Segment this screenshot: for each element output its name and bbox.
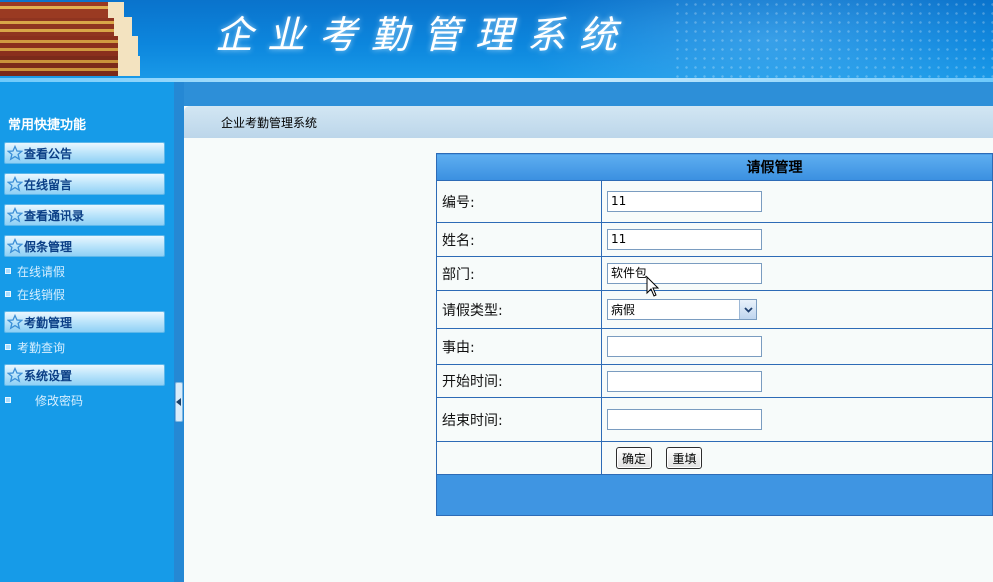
name-field[interactable]: 11 [607,229,762,250]
sidebar-group-label: 查看公告 [24,146,73,161]
sidebar-item-cancel-leave[interactable]: 在线销假 [5,286,65,302]
collapse-sidebar-handle[interactable] [175,382,183,422]
breadcrumb: 企业考勤管理系统 [184,106,993,138]
leave-type-value: 病假 [611,303,636,317]
sidebar-group-announcements[interactable]: 查看公告 [4,142,165,164]
name-label: 姓名: [436,222,602,257]
star-icon [7,238,23,254]
sidebar-group-label: 假条管理 [24,239,73,254]
form-row-id: 编号: 11 [436,180,993,223]
form-row-leave-type: 请假类型: 病假 [436,290,993,329]
form-row-buttons: 确定 重填 [436,441,993,475]
leave-form: 请假管理 编号: 11 姓名: 11 部门: 软件包 请假类型: 病假 事由: … [436,153,993,516]
id-field[interactable]: 11 [607,191,762,212]
leave-type-label: 请假类型: [436,290,602,329]
sidebar-group-messages[interactable]: 在线留言 [4,173,165,195]
form-row-start-time: 开始时间: [436,364,993,398]
id-label: 编号: [436,180,602,223]
star-icon [7,314,23,330]
start-time-field[interactable] [607,370,762,392]
form-row-name: 姓名: 11 [436,222,993,257]
sidebar-group-contacts[interactable]: 查看通讯录 [4,204,165,226]
sidebar-item-attendance-query[interactable]: 考勤查询 [5,339,65,355]
sidebar-item-label: 在线请假 [17,264,66,279]
sidebar-group-leave[interactable]: 假条管理 [4,235,165,257]
sidebar-group-label: 查看通讯录 [24,208,85,223]
department-field[interactable]: 软件包 [607,263,762,284]
end-time-field[interactable] [607,409,762,430]
sidebar-group-attendance[interactable]: 考勤管理 [4,311,165,333]
form-title: 请假管理 [436,153,993,181]
star-icon [7,145,23,161]
form-row-department: 部门: 软件包 [436,256,993,291]
submit-button[interactable]: 确定 [616,447,653,469]
sidebar-item-label: 考勤查询 [17,340,66,355]
star-icon [7,367,23,383]
header-banner: 企业考勤管理系统 [0,0,993,80]
leave-type-select[interactable]: 病假 [607,299,757,320]
main-content: 企业考勤管理系统 请假管理 编号: 11 姓名: 11 部门: 软件包 请假类型… [184,106,993,582]
form-row-end-time: 结束时间: [436,397,993,442]
main-top-strip [184,82,993,106]
page: 企业考勤管理系统 常用快捷功能 查看公告 在线留言 查看通讯录 假条管理 在线请… [0,0,993,582]
sidebar-item-label: 在线销假 [17,287,66,302]
star-icon [7,207,23,223]
reason-label: 事由: [436,328,602,365]
reset-button[interactable]: 重填 [666,447,703,469]
form-footer-row [436,474,993,516]
bullet-icon [5,268,11,274]
sidebar-title: 常用快捷功能 [8,118,87,133]
sidebar-item-change-password[interactable]: 修改密码 [5,392,83,408]
books-stack-icon [0,2,140,76]
sidebar-item-label: 修改密码 [35,393,84,408]
triangle-left-icon [176,398,181,406]
breadcrumb-text: 企业考勤管理系统 [221,115,318,130]
sidebar-splitter[interactable] [174,82,184,582]
bullet-icon [5,291,11,297]
sidebar-item-apply-leave[interactable]: 在线请假 [5,263,65,279]
form-row-reason: 事由: [436,328,993,365]
sidebar-group-label: 考勤管理 [24,315,73,330]
end-time-label: 结束时间: [436,397,602,442]
app-title: 企业考勤管理系统 [215,13,632,57]
sidebar: 常用快捷功能 查看公告 在线留言 查看通讯录 假条管理 在线请假 在线销假 考勤… [0,82,174,582]
star-icon [7,176,23,192]
start-time-label: 开始时间: [436,364,602,398]
sidebar-group-label: 系统设置 [24,368,73,383]
bullet-icon [5,397,11,403]
reason-field[interactable] [607,336,762,357]
sidebar-group-settings[interactable]: 系统设置 [4,364,165,386]
bullet-icon [5,344,11,350]
sidebar-group-label: 在线留言 [24,177,73,192]
department-label: 部门: [436,256,602,291]
form-header-row: 请假管理 [436,153,993,181]
chevron-down-icon [739,300,756,319]
